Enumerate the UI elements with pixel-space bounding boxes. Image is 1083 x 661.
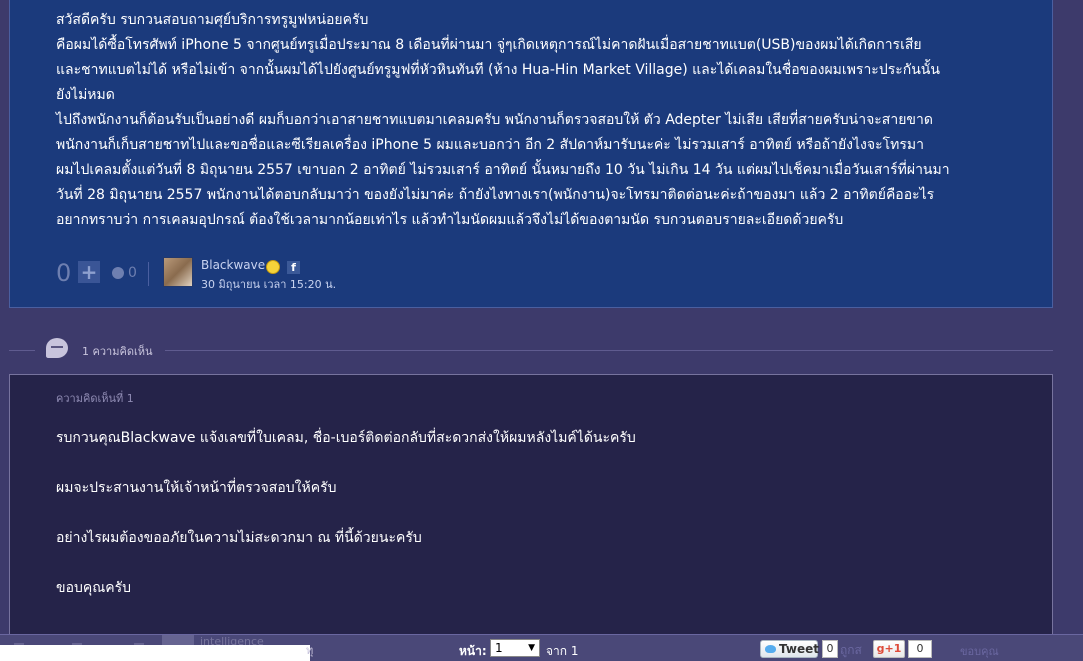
- twitter-bird-icon: [765, 645, 776, 653]
- page-select[interactable]: 1 ▼: [490, 639, 540, 657]
- tweet-button[interactable]: Tweet: [760, 640, 819, 658]
- emotion-count: 0: [128, 265, 137, 281]
- comment-body: รบกวนคุณBlackwave แจ้งเลขที่ใบเคลม, ชื่อ…: [56, 427, 1016, 627]
- google-plus-button[interactable]: g+1: [873, 640, 905, 658]
- footer-separator: [148, 262, 149, 286]
- comment-count-label: 1 ความคิดเห็น: [82, 345, 153, 358]
- page-select-value: 1: [495, 641, 503, 655]
- emotion-icon[interactable]: [112, 267, 124, 279]
- post-line: สวัสดีครับ รบกวนสอบถามศุย์บริการทรูมูฟหน…: [56, 12, 369, 28]
- author-name-link[interactable]: Blackwave: [201, 258, 265, 272]
- comments-divider: 1 ความคิดเห็น: [9, 336, 1053, 364]
- comment-line: รบกวนคุณBlackwave แจ้งเลขที่ใบเคลม, ชื่อ…: [56, 430, 636, 446]
- vote-plus-button[interactable]: +: [78, 261, 100, 283]
- topic-post: สวัสดีครับ รบกวนสอบถามศุย์บริการทรูมูฟหน…: [9, 0, 1053, 308]
- post-line: วันที่ 28 มิถุนายน 2557 พนักงานได้ตอบกลั…: [56, 187, 935, 203]
- vote-count: 0: [56, 259, 72, 287]
- author-avatar[interactable]: [163, 257, 193, 287]
- post-line: ผมไปเคลมตั้งแต่วันที่ 8 มิถุนายน 2557 เข…: [56, 162, 950, 178]
- post-date: 30 มิถุนายน เวลา 15:20 น.: [201, 278, 337, 291]
- comment-line: ขอบคุณครับ: [56, 580, 131, 596]
- post-line: พนักงานก็เก็บสายชาทไปและขอชื่อและซีเรียล…: [56, 137, 924, 153]
- comment-line: อย่างไรผมต้องขออภัยในความไม่สะดวกมา ณ ที…: [56, 530, 422, 546]
- ghost-suffix: ทุ: [306, 644, 314, 657]
- tweet-label: Tweet: [779, 642, 819, 656]
- page-total: จาก 1: [546, 644, 579, 658]
- post-line: คือผมได้ซื้อโทรศัพท์ iPhone 5 จากศูนย์ทร…: [56, 37, 922, 53]
- bottom-toolbar: intelligence ทุ หน้า: 1 ▼ จาก 1 Tweet 0 …: [0, 634, 1083, 661]
- chat-bubble-icon: [46, 338, 68, 358]
- post-line: ไปถึงพนักงานก็ต้อนรับเป็นอย่างดี ผมก็บอก…: [56, 112, 933, 128]
- post-line: ยังไม่หมด: [56, 87, 115, 103]
- post-body: สวัสดีครับ รบกวนสอบถามศุย์บริการทรูมูฟหน…: [56, 8, 1016, 233]
- comment-1: ความคิดเห็นที่ 1 รบกวนคุณBlackwave แจ้งเ…: [9, 374, 1053, 644]
- post-line: อยากทราบว่า การเคลมอุปกรณ์ ต้องใช้เวลามา…: [56, 212, 844, 228]
- white-overlay: [0, 645, 310, 661]
- post-line: และชาทแบตไม่ได้ หรือไม่เข้า จากนั้นผมได้…: [56, 62, 940, 78]
- smiley-icon: [266, 260, 280, 274]
- comment-line: ผมจะประสานงานให้เจ้าหน้าที่ตรวจสอบให้ครั…: [56, 480, 337, 496]
- post-footer: 0 + 0 Blackwave f 30 มิถุนายน เวลา 15:20…: [56, 253, 456, 293]
- divider-line-right: [165, 350, 1053, 351]
- chevron-down-icon: ▼: [528, 643, 535, 653]
- ghost-like-text: ถูกส: [840, 643, 862, 657]
- page-label: หน้า:: [459, 644, 487, 658]
- comment-number: ความคิดเห็นที่ 1: [56, 392, 134, 405]
- divider-line-left: [9, 350, 35, 351]
- tweet-count: 0: [822, 640, 838, 658]
- ghost-thanks-text: ขอบคุณ: [960, 645, 999, 658]
- facebook-icon[interactable]: f: [287, 261, 300, 274]
- google-plus-count: 0: [908, 640, 932, 658]
